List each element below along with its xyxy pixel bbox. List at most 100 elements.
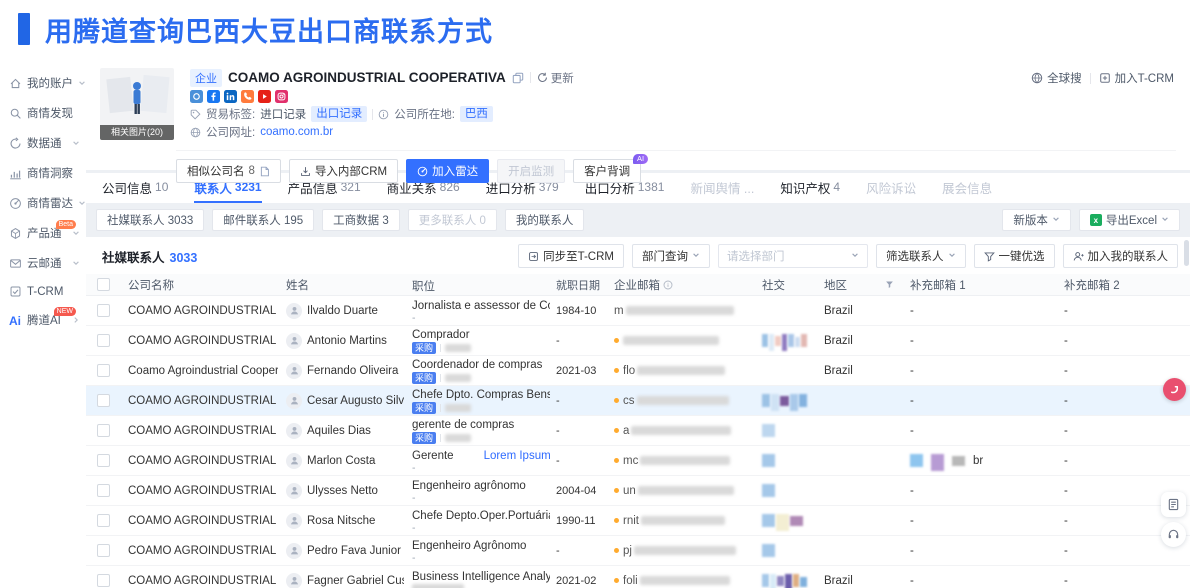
- email-status-dot: [614, 368, 619, 373]
- email-cell: cs: [606, 386, 754, 415]
- row-checkbox[interactable]: [97, 514, 110, 527]
- sidebar-item-label: 商情洞察: [27, 165, 73, 181]
- row-checkbox[interactable]: [97, 454, 110, 467]
- region-filter-icon[interactable]: [885, 280, 894, 289]
- sync-tcrm-button[interactable]: 同步至T-CRM: [518, 244, 624, 268]
- import-crm-button[interactable]: 导入内部CRM: [289, 159, 398, 183]
- service-float-button[interactable]: [1161, 522, 1186, 547]
- row-checkbox[interactable]: [97, 424, 110, 437]
- dept-select[interactable]: 请选择部门: [718, 244, 868, 268]
- chip-工商数据 3[interactable]: 工商数据 3: [322, 209, 400, 231]
- sidebar-item-腾道AI[interactable]: Ai腾道AINEW: [0, 305, 86, 335]
- sidebar-item-云邮通[interactable]: 云邮通: [0, 248, 86, 278]
- youtube-icon[interactable]: [258, 90, 271, 103]
- company-photo[interactable]: 相关图片(20): [100, 68, 174, 140]
- facebook-icon[interactable]: [207, 90, 220, 103]
- contact-name-cell: Ulysses Netto: [278, 476, 404, 505]
- join-radar-button[interactable]: 加入雷达: [406, 159, 489, 183]
- social-blurred-icon: [799, 394, 807, 407]
- sidebar-item-T-CRM[interactable]: T-CRM: [0, 278, 86, 305]
- row-checkbox[interactable]: [97, 394, 110, 407]
- column-header-label: 企业邮箱: [614, 277, 660, 293]
- start-monitor-button: 开启监测: [497, 159, 565, 183]
- copy-icon[interactable]: [512, 72, 524, 84]
- table-row: COAMO AGROINDUSTRIAL COOPERAT...Pedro Fa…: [86, 536, 1190, 566]
- row-checkbox[interactable]: [97, 304, 110, 317]
- linkedin-icon[interactable]: [224, 90, 237, 103]
- avatar: [286, 453, 302, 469]
- survey-float-button[interactable]: [1161, 492, 1186, 517]
- position-sub-text: -: [412, 493, 416, 504]
- dept-query-dropdown[interactable]: 部门查询: [632, 244, 710, 268]
- dept-query-label: 部门查询: [642, 248, 688, 264]
- row-checkbox[interactable]: [97, 334, 110, 347]
- sidebar: 我的账户商情发现数据通商情洞察商情雷达产品通Beta 云邮通 T-CRMAi腾道AI…: [0, 58, 86, 588]
- contact-type-chips: 社媒联系人 3033邮件联系人 195工商数据 3更多联系人 0我的联系人: [96, 209, 584, 231]
- add-my-contacts-button[interactable]: 加入我的联系人: [1063, 244, 1179, 268]
- table-row: COAMO AGROINDUSTRIAL COOPERAT...Ulysses …: [86, 476, 1190, 506]
- position-title: Comprador: [412, 329, 470, 341]
- export-excel-button[interactable]: x 导出Excel: [1079, 209, 1180, 231]
- social-cell: [754, 506, 816, 535]
- sidebar-item-商情洞察[interactable]: 商情洞察: [0, 158, 86, 188]
- chip-邮件联系人 195[interactable]: 邮件联系人 195: [212, 209, 314, 231]
- global-search-button[interactable]: 全球搜: [1031, 70, 1082, 86]
- email-cell: foli: [606, 566, 754, 588]
- add-tcrm-button[interactable]: 加入T-CRM: [1099, 70, 1174, 86]
- email-cell: un: [606, 476, 754, 505]
- column-header-公司名称: 公司名称: [120, 274, 278, 295]
- select-all-checkbox[interactable]: [97, 278, 110, 291]
- instagram-icon[interactable]: [275, 90, 288, 103]
- chip-社媒联系人 3033[interactable]: 社媒联系人 3033: [96, 209, 204, 231]
- extra-email1-cell: -: [902, 296, 1056, 325]
- position-subline: 采购: [412, 402, 471, 414]
- company-website-link[interactable]: coamo.com.br: [260, 126, 333, 138]
- row-checkbox[interactable]: [97, 544, 110, 557]
- contact-name-cell: Fernando Oliveira: [278, 356, 404, 385]
- scrollbar-thumb[interactable]: [1184, 240, 1189, 266]
- chip-我的联系人[interactable]: 我的联系人: [505, 209, 585, 231]
- row-checkbox[interactable]: [97, 484, 110, 497]
- similar-companies-label: 相似公司名: [187, 163, 245, 179]
- sidebar-item-label: 云邮通: [27, 255, 62, 271]
- position-text: Coordenador de compras: [412, 359, 542, 371]
- table-row: COAMO AGROINDUSTRIAL COOPERAT...Rosa Nit…: [86, 506, 1190, 536]
- lorem-ipsum-link[interactable]: Lorem Ipsum: [484, 450, 550, 462]
- column-header-地区: 地区: [816, 274, 902, 295]
- table-row: Coamo Agroindustrial CooperativaFernando…: [86, 356, 1190, 386]
- import-icon: [300, 166, 311, 177]
- column-header-label: 地区: [824, 277, 847, 293]
- sidebar-item-商情雷达[interactable]: 商情雷达: [0, 188, 86, 218]
- sidebar-item-产品通[interactable]: 产品通Beta: [0, 218, 86, 248]
- tab-label: 公司信息: [102, 178, 152, 197]
- document-icon: [259, 166, 270, 177]
- email-status-dot: [614, 398, 619, 403]
- social-cell: [754, 356, 816, 385]
- chevron-down-icon: [948, 250, 956, 262]
- phone-icon[interactable]: [241, 90, 254, 103]
- row-checkbox[interactable]: [97, 574, 110, 587]
- row-checkbox[interactable]: [97, 364, 110, 377]
- similar-companies-button[interactable]: 相似公司名 8: [176, 159, 281, 183]
- import-records-tag[interactable]: 进口记录: [260, 106, 306, 122]
- sidebar-item-我的账户[interactable]: 我的账户: [0, 68, 86, 98]
- promo-float-icon[interactable]: [1163, 378, 1186, 401]
- background-check-button[interactable]: 客户背调 AI: [573, 159, 641, 183]
- extra-email1-cell: -: [902, 476, 1056, 505]
- filter-contacts-dropdown[interactable]: 筛选联系人: [876, 244, 966, 268]
- sidebar-item-数据通[interactable]: 数据通: [0, 128, 86, 158]
- company-social-links: [190, 88, 1176, 105]
- info-icon: [663, 280, 673, 290]
- refresh-button[interactable]: 更新: [537, 70, 574, 86]
- one-click-select-button[interactable]: 一键优选: [974, 244, 1055, 268]
- website-icon[interactable]: [190, 90, 203, 103]
- social-cell: [754, 476, 816, 505]
- column-header-社交: 社交: [754, 274, 816, 295]
- tab-公司信息[interactable]: 公司信息10: [102, 173, 168, 203]
- version-select[interactable]: 新版本: [1002, 209, 1071, 231]
- sidebar-item-商情发现[interactable]: 商情发现: [0, 98, 86, 128]
- blurred-text: [445, 344, 471, 352]
- position-text: Engenheiro Agrônomo: [412, 540, 526, 552]
- export-records-tag[interactable]: 出口记录: [311, 106, 367, 122]
- blurred-text: [637, 396, 729, 405]
